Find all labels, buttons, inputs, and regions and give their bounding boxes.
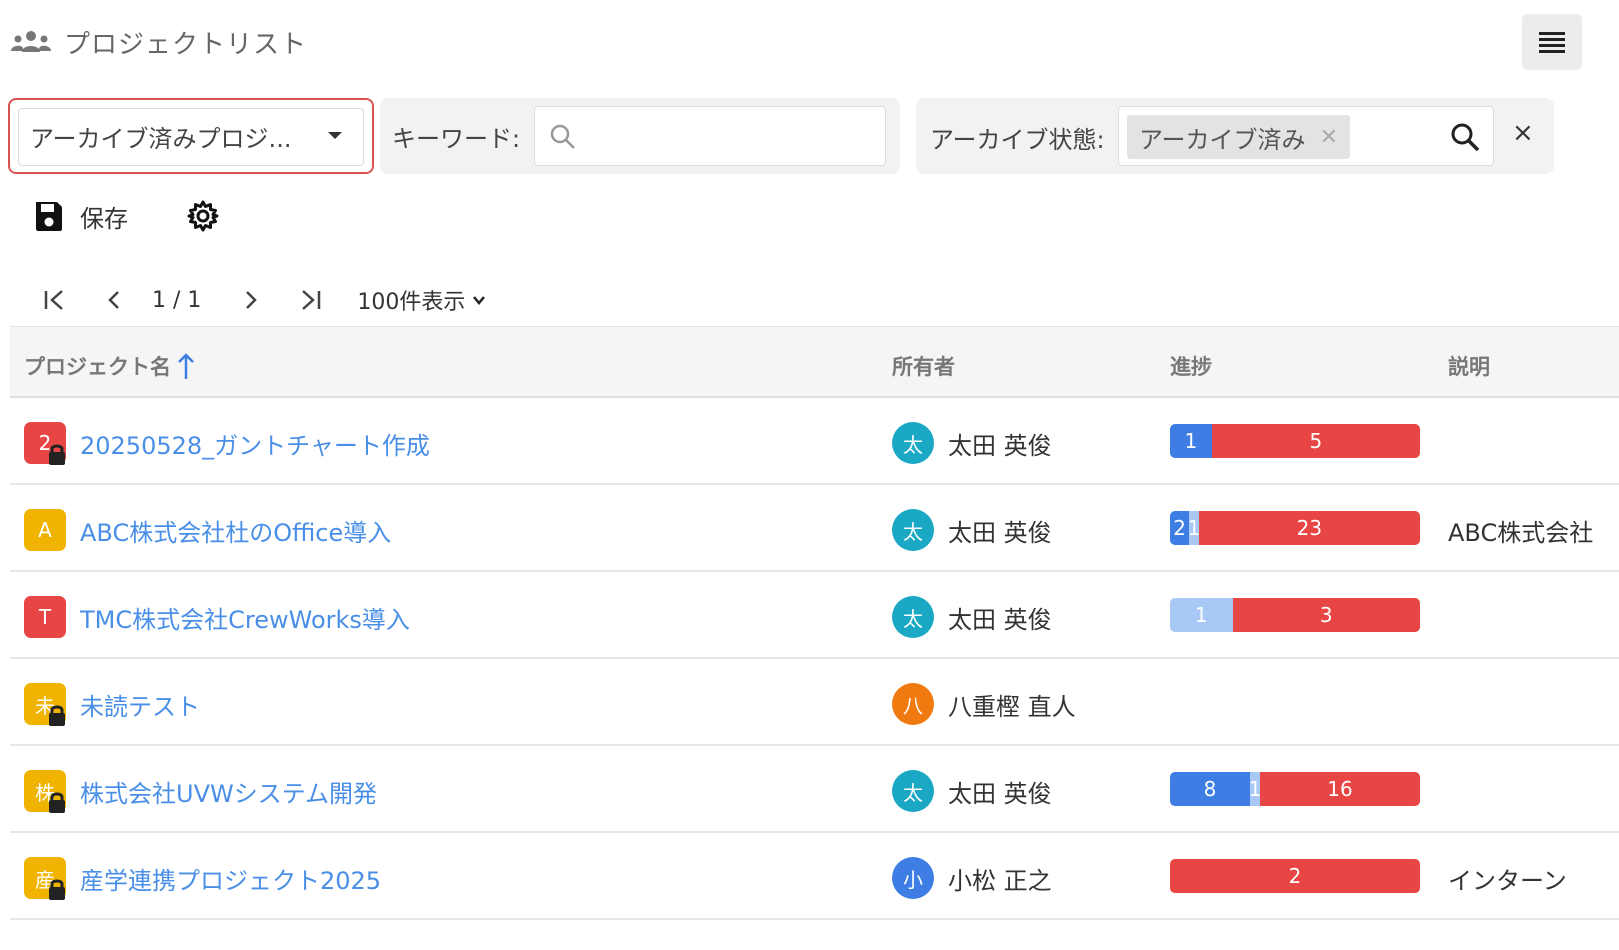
last-page-button[interactable] [281, 282, 341, 318]
archive-status-chip: アーカイブ済み ✕ [1127, 115, 1350, 159]
progress-bar: 8 1 16 [1170, 772, 1420, 806]
column-header-name-label: プロジェクト名 [24, 355, 171, 379]
owner-name: 太田 英俊 [948, 519, 1052, 547]
project-name-link[interactable]: 産学連携プロジェクト2025 [80, 861, 381, 896]
project-list-page: プロジェクトリスト アーカイブ済みプロジ... キーワード: アーカイブ状態: … [0, 0, 1619, 950]
prev-page-button[interactable] [84, 282, 144, 318]
column-header-description[interactable]: 説明 [1448, 351, 1490, 381]
search-icon [550, 124, 575, 149]
owner-name: 太田 英俊 [948, 780, 1052, 808]
progress-segment: 16 [1260, 772, 1420, 806]
progress-bar: 2 [1170, 859, 1420, 893]
progress-bar: 15 [1170, 424, 1420, 458]
chevron-down-icon [473, 296, 486, 305]
progress-segment: 23 [1198, 511, 1420, 545]
page-title: プロジェクトリスト [64, 29, 308, 60]
hamburger-menu-button[interactable] [1522, 14, 1582, 70]
column-header-owner-label: 所有者 [892, 355, 955, 379]
lock-icon [49, 444, 65, 465]
table-row[interactable]: 産産学連携プロジェクト2025 小小松 正之 2 インターン [10, 833, 1619, 920]
progress-bar: 2 1 23 [1170, 511, 1420, 545]
keyword-filter: キーワード: [380, 98, 900, 174]
project-table: プロジェクト名 所有者 進捗 説明 2 20250528_ガントチャート作成太太田… [10, 326, 1619, 920]
table-header: プロジェクト名 所有者 進捗 説明 [10, 326, 1619, 398]
column-header-name[interactable]: プロジェクト名 [24, 351, 195, 381]
lock-icon [49, 705, 65, 726]
lock-icon [49, 879, 65, 900]
view-select-dropdown[interactable]: アーカイブ済みプロジ... [8, 98, 374, 174]
progress-segment: 1 [1250, 772, 1260, 806]
lock-icon [49, 792, 65, 813]
chevron-left-icon [108, 291, 119, 309]
owner-name: 太田 英俊 [948, 606, 1052, 634]
first-page-button[interactable] [24, 282, 84, 318]
table-row[interactable]: 未未読テスト八八重樫 直人 [10, 659, 1619, 746]
caret-down-icon [328, 132, 342, 139]
owner-name: 太田 英俊 [948, 432, 1052, 460]
chevron-right-icon [246, 291, 258, 309]
people-group-icon [11, 31, 51, 52]
description-cell: インターン [1448, 867, 1567, 895]
progress-bar: 13 [1170, 598, 1420, 632]
progress-segment: 1 [1170, 424, 1212, 458]
table-body: 2 20250528_ガントチャート作成太太田 英俊 1 5 A ABC株式会社杜のOff… [10, 398, 1619, 920]
archive-status-label: アーカイブ状態: [930, 126, 1105, 154]
next-page-button[interactable] [221, 282, 281, 318]
table-row[interactable]: 2 20250528_ガントチャート作成太太田 英俊 1 5 [10, 398, 1619, 485]
project-name-link[interactable]: 20250528_ガントチャート作成 [80, 426, 430, 461]
progress-segment: 1 [1170, 598, 1233, 632]
owner-name: 小松 正之 [948, 867, 1052, 895]
per-page-label: 100件表示 [357, 290, 466, 315]
project-icon: A [24, 509, 66, 551]
gear-icon[interactable] [186, 199, 220, 233]
project-name-link[interactable]: 株式会社UVWシステム開発 [80, 774, 377, 809]
floppy-disk-icon [36, 202, 62, 231]
archive-status-filter: アーカイブ状態: アーカイブ済み ✕ × [916, 98, 1554, 174]
table-row[interactable]: T TMC株式会社CrewWorks導入 太太田 英俊 1 3 [10, 572, 1619, 659]
save-label: 保存 [80, 204, 128, 233]
progress-segment: 3 [1232, 598, 1420, 632]
keyword-input[interactable] [534, 106, 886, 166]
project-icon: T [24, 596, 66, 638]
owner-avatar: 小 [892, 857, 934, 899]
progress-segment: 2 [1170, 859, 1420, 893]
hamburger-icon [1539, 32, 1565, 53]
owner-avatar: 八 [892, 683, 934, 725]
per-page-select[interactable]: 100件表示 [357, 284, 487, 316]
owner-avatar: 太 [892, 422, 934, 464]
column-header-progress-label: 進捗 [1170, 355, 1212, 379]
owner-name: 八重樫 直人 [948, 693, 1076, 721]
project-name-link[interactable]: ABC株式会社杜のOffice導入 [80, 513, 391, 548]
keyword-label: キーワード: [392, 124, 521, 153]
toolbar: 保存 [34, 198, 220, 234]
table-row[interactable]: A ABC株式会社杜のOffice導入 太太田 英俊 2 1 23 ABC株式会社 [10, 485, 1619, 572]
progress-segment: 5 [1211, 424, 1420, 458]
last-page-icon [302, 290, 321, 310]
description-cell: ABC株式会社 [1448, 519, 1594, 547]
owner-avatar: 太 [892, 770, 934, 812]
save-button[interactable]: 保存 [34, 199, 128, 234]
chip-remove-icon[interactable]: ✕ [1320, 125, 1338, 150]
progress-segment: 8 [1170, 772, 1250, 806]
chip-label: アーカイブ済み [1139, 125, 1306, 154]
owner-avatar: 太 [892, 596, 934, 638]
owner-avatar: 太 [892, 509, 934, 551]
progress-segment: 1 [1189, 511, 1199, 545]
search-icon[interactable] [1449, 121, 1481, 153]
page-header: プロジェクトリスト [10, 22, 307, 62]
project-name-link[interactable]: TMC株式会社CrewWorks導入 [80, 600, 410, 635]
clear-filter-icon[interactable]: × [1512, 118, 1534, 148]
table-row[interactable]: 株株式会社UVWシステム開発太太田 英俊 8 1 16 [10, 746, 1619, 833]
view-select-value: アーカイブ済みプロジ... [30, 124, 292, 153]
progress-segment: 2 [1170, 511, 1190, 545]
column-header-description-label: 説明 [1448, 355, 1490, 379]
project-name-link[interactable]: 未読テスト [80, 687, 200, 722]
archive-status-input[interactable]: アーカイブ済み ✕ [1118, 106, 1494, 166]
column-header-progress[interactable]: 進捗 [1170, 351, 1212, 381]
pagination: 1 / 1 100件表示 [24, 282, 487, 318]
first-page-icon [44, 290, 63, 310]
page-info: 1 / 1 [152, 287, 202, 313]
column-header-owner[interactable]: 所有者 [892, 351, 955, 381]
sort-ascending-icon [178, 353, 194, 379]
